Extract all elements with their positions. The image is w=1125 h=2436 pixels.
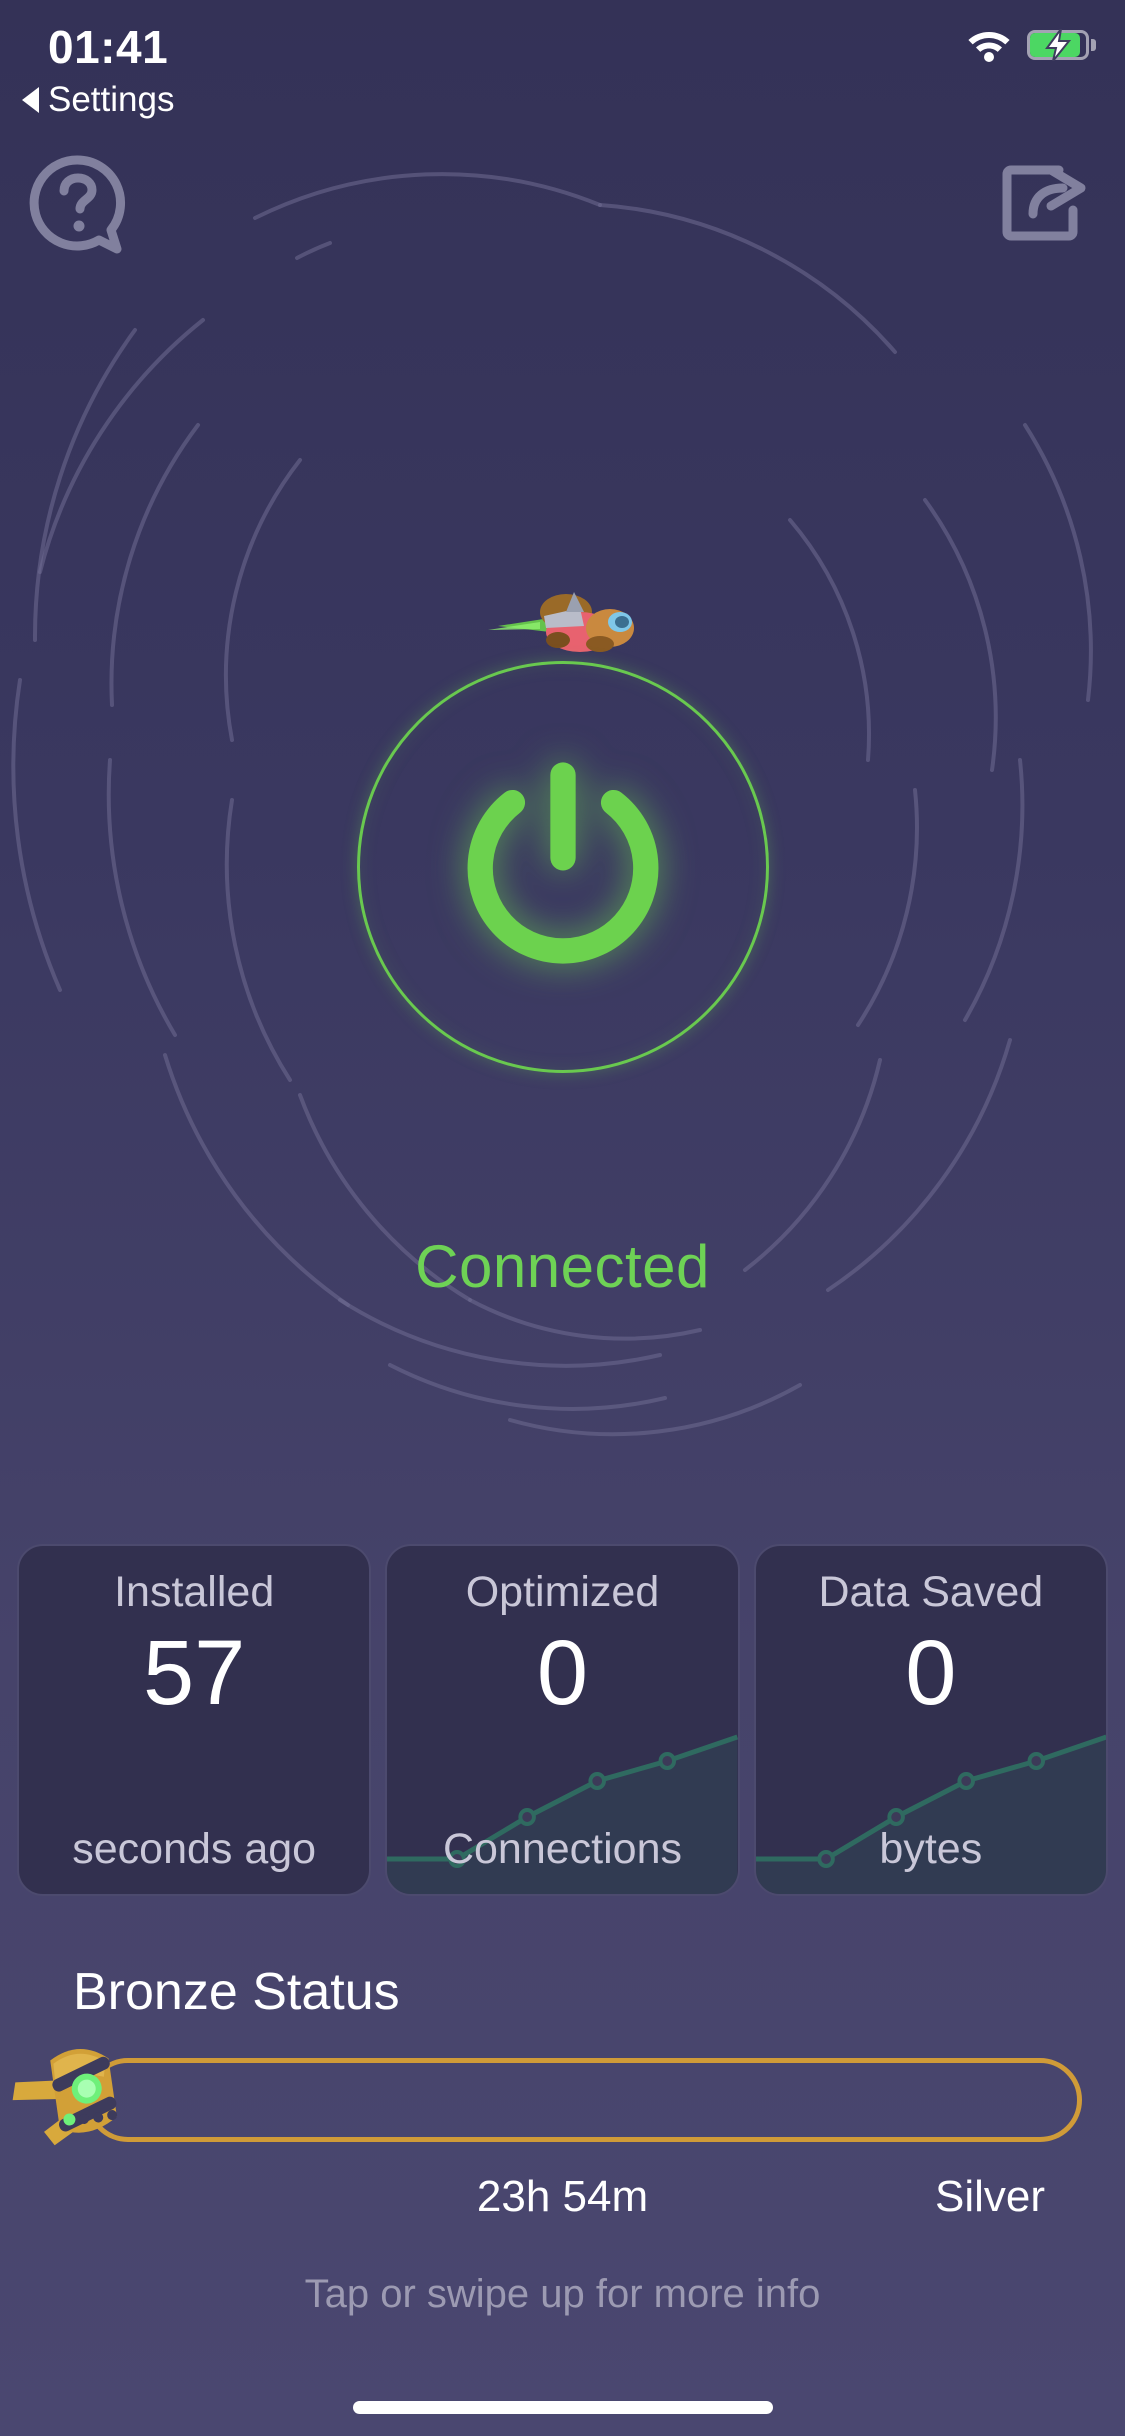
stat-card-installed[interactable]: Installed 57 seconds ago — [17, 1544, 372, 1896]
wifi-icon — [968, 32, 1010, 62]
back-label: Settings — [48, 80, 175, 119]
share-export-icon[interactable] — [989, 148, 1099, 258]
tier-status-title: Bronze Status — [73, 1963, 400, 2021]
stat-card-title: Data Saved — [818, 1568, 1044, 1616]
bronze-rocket-icon — [12, 2049, 118, 2146]
connection-status-text: Connected — [415, 1233, 710, 1300]
stats-card-row: Installed 57 seconds ago Optimized 0 Con… — [17, 1544, 1108, 1896]
stat-card-title: Installed — [114, 1568, 275, 1616]
power-toggle-button[interactable] — [356, 661, 769, 1073]
stat-card-value: 0 — [905, 1622, 957, 1725]
back-to-settings-button[interactable]: Settings — [22, 80, 174, 120]
tier-progress-bar[interactable] — [86, 2058, 1082, 2142]
status-bar-indicators — [967, 28, 1096, 62]
stat-card-optimized[interactable]: Optimized 0 Connections — [385, 1544, 740, 1896]
battery-charging-icon — [1027, 29, 1096, 61]
tier-next-label: Silver — [934, 2172, 1045, 2221]
stat-card-value: 57 — [142, 1622, 246, 1725]
vpn-app-screen: 01:41 Settings Connected Installed 57 se… — [0, 0, 1125, 2436]
status-bar-time: 01:41 — [48, 21, 169, 73]
more-info-hint[interactable]: Tap or swipe up for more info — [0, 2272, 1125, 2317]
flying-mascot-jetpack-icon — [488, 592, 634, 652]
home-indicator[interactable] — [352, 2401, 773, 2414]
stat-card-value: 0 — [536, 1622, 589, 1725]
stat-card-data-saved[interactable]: Data Saved 0 bytes — [753, 1544, 1108, 1896]
stat-card-unit: Connections — [442, 1825, 683, 1873]
status-bar: 01:41 Settings — [0, 0, 1125, 132]
stat-card-title: Optimized — [465, 1568, 660, 1616]
stat-card-unit: seconds ago — [72, 1825, 317, 1873]
power-icon — [467, 762, 658, 964]
stat-card-unit: bytes — [879, 1825, 983, 1873]
triangle-left-icon — [22, 87, 39, 113]
help-question-bubble-icon[interactable] — [22, 148, 132, 258]
